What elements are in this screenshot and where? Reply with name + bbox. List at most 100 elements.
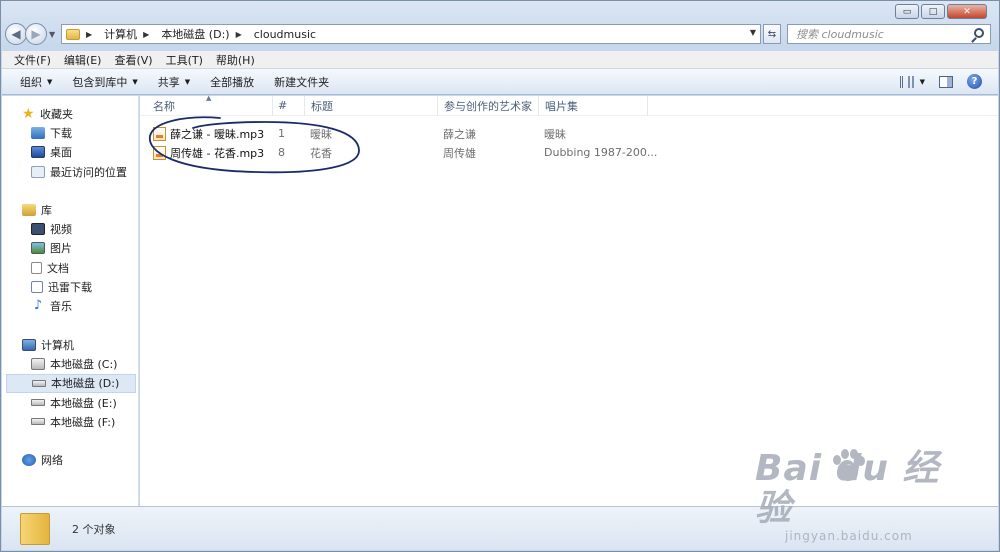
- column-header-album[interactable]: 唱片集: [539, 95, 648, 116]
- forward-button[interactable]: ▶: [25, 23, 47, 45]
- chevron-down-icon: ▼: [132, 77, 138, 86]
- breadcrumb-label: 本地磁盘 (D:): [161, 28, 230, 41]
- organize-button[interactable]: 组织 ▼: [20, 74, 52, 90]
- breadcrumb-label: cloudmusic: [253, 27, 317, 41]
- column-header-track-number[interactable]: #: [273, 95, 305, 116]
- new-folder-label: 新建文件夹: [274, 75, 330, 89]
- explorer-window: ▭ □ ✕ ◀ ▶ ▼ ▶ 计算机 ▶ 本地磁盘 (D:) ▶ cloudmus…: [0, 0, 1000, 552]
- share-button[interactable]: 共享 ▼: [158, 74, 190, 90]
- sidebar-item-xunlei-downloads[interactable]: 迅雷下载: [2, 277, 138, 296]
- chevron-right-icon: ▶: [235, 29, 242, 39]
- breadcrumb-cloudmusic[interactable]: cloudmusic: [254, 28, 316, 41]
- network-icon: [22, 454, 36, 467]
- document-library-icon: [31, 261, 42, 274]
- chevron-down-icon: ▼: [47, 77, 53, 86]
- sidebar-item-documents[interactable]: 文档: [2, 258, 138, 277]
- sidebar-item-pictures[interactable]: 图片: [2, 239, 138, 258]
- item-count: 2 个对象: [72, 522, 116, 536]
- sidebar-item-drive-e[interactable]: 本地磁盘 (E:): [2, 393, 138, 412]
- menu-tools[interactable]: 工具(T): [166, 52, 203, 68]
- breadcrumb-label: 计算机: [104, 28, 138, 41]
- chevron-right-icon: ▶: [86, 29, 93, 39]
- back-button[interactable]: ◀: [5, 23, 27, 45]
- sidebar-item-label: 本地磁盘 (E:): [50, 396, 117, 410]
- chevron-right-icon: ▶: [143, 29, 150, 39]
- change-view-button[interactable]: ▼: [899, 75, 925, 88]
- sidebar-group-favorites[interactable]: ★ 收藏夹: [2, 104, 138, 123]
- menu-bar: 文件(F) 编辑(E) 查看(V) 工具(T) 帮助(H): [2, 51, 998, 69]
- sidebar-group-label: 库: [41, 203, 52, 217]
- sidebar-group-label: 计算机: [41, 338, 74, 352]
- file-list: ▲ 名称 # 标题 参与创作的艺术家 唱片集 薛之谦 - 暧昧.mp3 1 暧昧…: [140, 94, 998, 508]
- search-input[interactable]: 搜索 cloudmusic: [787, 24, 991, 44]
- share-label: 共享: [157, 75, 180, 89]
- sidebar-item-videos[interactable]: 视频: [2, 219, 138, 238]
- play-all-button[interactable]: 全部播放: [210, 74, 254, 90]
- breadcrumb-computer[interactable]: 计算机: [104, 26, 137, 42]
- column-header-artists[interactable]: 参与创作的艺术家: [438, 95, 539, 116]
- sidebar-item-label: 桌面: [50, 146, 72, 160]
- address-bar[interactable]: ▶ 计算机 ▶ 本地磁盘 (D:) ▶ cloudmusic ▼: [61, 24, 761, 44]
- address-row: ◀ ▶ ▼ ▶ 计算机 ▶ 本地磁盘 (D:) ▶ cloudmusic ▼ ⇆…: [5, 21, 991, 47]
- views-icon: [899, 75, 914, 88]
- sidebar-item-label: 本地磁盘 (D:): [51, 377, 120, 391]
- drive-icon: [32, 379, 46, 387]
- music-note-icon: ♪: [33, 298, 43, 314]
- sidebar-item-downloads[interactable]: 下载: [2, 123, 138, 142]
- menu-view[interactable]: 查看(V): [114, 52, 152, 68]
- sidebar-group-label: 收藏夹: [40, 107, 73, 121]
- sidebar-group-network[interactable]: 网络: [2, 450, 138, 469]
- recent-places-icon: [31, 165, 45, 178]
- menu-edit[interactable]: 编辑(E): [64, 52, 102, 68]
- minimize-button[interactable]: ▭: [895, 4, 919, 19]
- view-controls: ▼ ?: [899, 74, 982, 89]
- recent-pages-dropdown[interactable]: ▼: [49, 30, 55, 39]
- organize-label: 组织: [20, 75, 42, 89]
- breadcrumb-separator[interactable]: ▶: [143, 30, 155, 39]
- search-icon[interactable]: [974, 28, 984, 38]
- search-placeholder: 搜索 cloudmusic: [796, 28, 884, 41]
- artist-cell: 薛之谦: [443, 127, 476, 141]
- download-library-icon: [31, 281, 43, 294]
- column-header-row: ▲ 名称 # 标题 参与创作的艺术家 唱片集: [140, 94, 998, 116]
- album-cell: Dubbing 1987-200...: [544, 146, 658, 159]
- chevron-down-icon: ▼: [919, 77, 925, 86]
- sort-ascending-icon: ▲: [206, 94, 212, 102]
- paw-logo-icon: [833, 449, 865, 481]
- refresh-button[interactable]: ⇆: [763, 24, 781, 44]
- breadcrumb-separator[interactable]: ▶: [86, 30, 98, 39]
- library-icon: [22, 203, 36, 216]
- video-library-icon: [31, 223, 45, 236]
- menu-help[interactable]: 帮助(H): [216, 52, 255, 68]
- hand-drawn-circle-annotation: [149, 116, 360, 174]
- sidebar-item-music[interactable]: ♪ 音乐: [2, 297, 138, 316]
- folder-icon: [66, 28, 80, 40]
- play-all-label: 全部播放: [210, 75, 255, 89]
- sidebar-item-label: 本地磁盘 (F:): [50, 415, 116, 429]
- address-dropdown[interactable]: ▼: [750, 28, 756, 37]
- sidebar-item-recent-places[interactable]: 最近访问的位置: [2, 162, 138, 181]
- preview-pane-icon[interactable]: [939, 75, 953, 88]
- sidebar-item-desktop[interactable]: 桌面: [2, 143, 138, 162]
- menu-file[interactable]: 文件(F): [14, 52, 51, 68]
- sidebar-item-drive-f[interactable]: 本地磁盘 (F:): [2, 412, 138, 431]
- help-icon[interactable]: ?: [967, 74, 982, 89]
- sidebar-item-drive-d[interactable]: 本地磁盘 (D:): [6, 373, 136, 393]
- drive-icon: [31, 418, 45, 426]
- navigation-pane: ★ 收藏夹 下载 桌面 最近访问的位置 库 视频 图片 文档 迅雷下载 ♪ 音乐 计…: [2, 96, 139, 508]
- watermark-url: jingyan.baidu.com: [785, 529, 913, 543]
- new-folder-button[interactable]: 新建文件夹: [274, 74, 329, 90]
- album-cell: 暧昧: [544, 127, 566, 141]
- sidebar-group-label: 网络: [41, 454, 63, 468]
- sidebar-group-libraries[interactable]: 库: [2, 200, 138, 219]
- column-header-title[interactable]: 标题: [305, 95, 438, 116]
- breadcrumb-separator[interactable]: ▶: [236, 30, 248, 39]
- maximize-button[interactable]: □: [921, 4, 945, 19]
- sidebar-group-computer[interactable]: 计算机: [2, 335, 138, 354]
- navigation-buttons: ◀ ▶ ▼: [5, 23, 61, 45]
- close-button[interactable]: ✕: [947, 4, 987, 19]
- refresh-icon: ⇆: [767, 28, 777, 40]
- include-in-library-button[interactable]: 包含到库中 ▼: [72, 74, 137, 90]
- sidebar-item-drive-c[interactable]: 本地磁盘 (C:): [2, 354, 138, 373]
- breadcrumb-drive-d[interactable]: 本地磁盘 (D:): [161, 26, 229, 42]
